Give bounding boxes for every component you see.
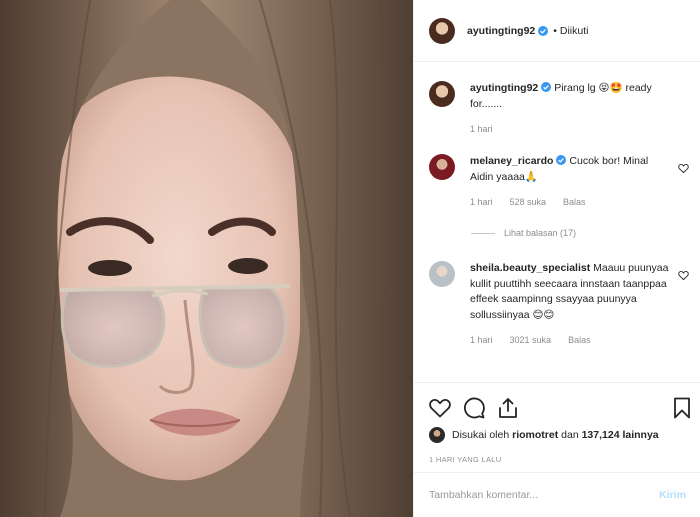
comment-text-block: melaney_ricardo Cucok bor! Minal Aidin y…: [470, 154, 670, 185]
verified-badge-icon: [538, 25, 549, 36]
caption-text-block: ayutingting92 Pirang lg 😝🤩 ready for....…: [470, 81, 670, 112]
post-photo[interactable]: [0, 0, 413, 517]
share-icon[interactable]: [496, 396, 520, 420]
commenter-avatar[interactable]: [429, 261, 455, 287]
verified-badge-icon: [556, 155, 567, 165]
caption-username[interactable]: ayutingting92: [470, 82, 538, 94]
comment-icon[interactable]: [462, 396, 486, 420]
post-header: ayutingting92 • Diikuti: [414, 0, 700, 62]
submit-comment-button[interactable]: Kirim: [659, 489, 686, 501]
likes-summary: Disukai oleh riomotret dan 137,124 lainn…: [429, 427, 659, 443]
caption: ayutingting92 Pirang lg 😝🤩 ready for....…: [429, 81, 689, 138]
selfie-illustration: [0, 0, 413, 517]
likes-text: Disukai oleh riomotret dan 137,124 lainn…: [452, 429, 659, 441]
instagram-post: ayutingting92 • Diikuti ayutingting92 Pi…: [0, 0, 700, 517]
caption-time[interactable]: 1 hari: [470, 122, 493, 138]
author-avatar[interactable]: [429, 17, 455, 44]
comment-time[interactable]: 1 hari: [470, 333, 493, 349]
view-replies-label[interactable]: Lihat balasan (17): [504, 228, 576, 238]
replies-divider: [471, 232, 495, 234]
comments-list[interactable]: ayutingting92 Pirang lg 😝🤩 ready for....…: [414, 63, 700, 383]
comment-like-count[interactable]: 3021 suka: [510, 333, 552, 349]
comment-item: melaney_ricardo Cucok bor! Minal Aidin y…: [429, 154, 689, 211]
post-timestamp[interactable]: 1 HARI YANG LALU: [429, 455, 501, 464]
heart-icon[interactable]: [428, 396, 452, 420]
liker-username[interactable]: riomotret: [512, 429, 558, 441]
comment-username[interactable]: sheila.beauty_specialist: [470, 262, 590, 274]
action-bar: [414, 382, 700, 432]
bookmark-icon[interactable]: [670, 396, 694, 420]
commenter-avatar[interactable]: [429, 154, 455, 180]
reply-button[interactable]: Balas: [568, 333, 591, 349]
comment-time[interactable]: 1 hari: [470, 195, 493, 211]
comment-heart-icon[interactable]: [678, 163, 689, 174]
likes-prefix: Disukai oleh: [452, 429, 513, 441]
reply-button[interactable]: Balas: [563, 195, 586, 211]
comment-input[interactable]: [429, 489, 660, 501]
likes-count[interactable]: 137,124 lainnya: [582, 429, 659, 441]
author-username[interactable]: ayutingting92: [467, 25, 535, 37]
comment-composer: Kirim: [414, 472, 700, 517]
verified-badge-icon: [541, 82, 552, 92]
post-details-panel: ayutingting92 • Diikuti ayutingting92 Pi…: [413, 0, 700, 517]
follow-status[interactable]: • Diikuti: [553, 25, 588, 37]
caption-avatar[interactable]: [429, 81, 455, 107]
comment-text-block: sheila.beauty_specialist Maauu puunyaa k…: [470, 261, 670, 323]
liker-avatar[interactable]: [429, 427, 445, 443]
view-replies-button[interactable]: Lihat balasan (17): [471, 228, 576, 238]
comment-username[interactable]: melaney_ricardo: [470, 155, 553, 167]
comment-heart-icon[interactable]: [678, 270, 689, 281]
comment-item: sheila.beauty_specialist Maauu puunyaa k…: [429, 261, 689, 349]
comment-like-count[interactable]: 528 suka: [510, 195, 547, 211]
likes-connector: dan: [558, 429, 582, 441]
